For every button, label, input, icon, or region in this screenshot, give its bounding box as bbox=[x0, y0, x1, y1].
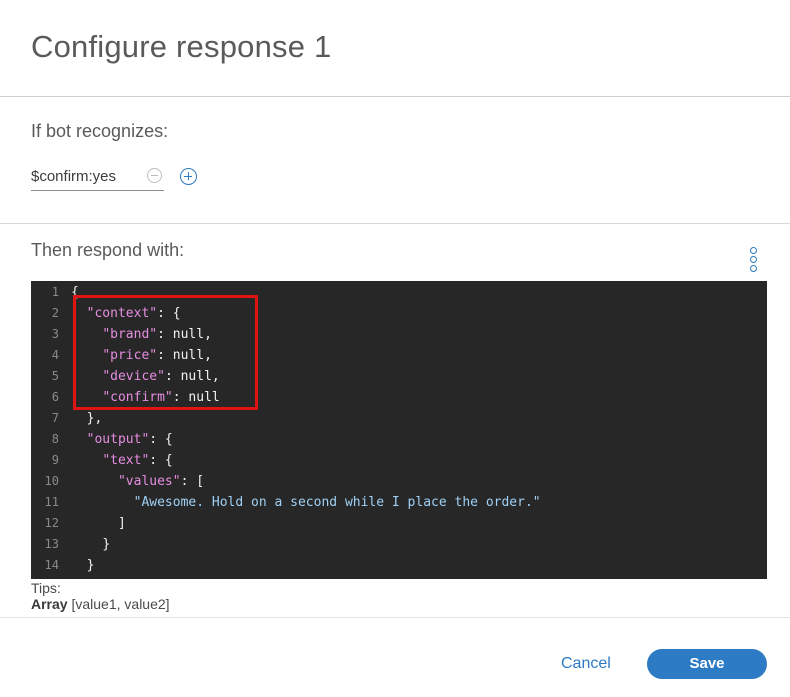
tips-panel: Tips: Array [value1, value2] bbox=[31, 580, 170, 612]
line-number: 2 bbox=[51, 306, 59, 320]
code-line: 13 } bbox=[31, 534, 767, 555]
line-number: 4 bbox=[51, 348, 59, 362]
page-title: Configure response 1 bbox=[31, 29, 332, 64]
line-number: 1 bbox=[51, 285, 59, 299]
line-number: 10 bbox=[44, 474, 59, 488]
line-number: 9 bbox=[51, 453, 59, 467]
tips-array-label: Array bbox=[31, 596, 68, 612]
json-key: "text" bbox=[102, 453, 150, 468]
code-text: ] bbox=[117, 516, 126, 531]
line-number: 5 bbox=[51, 369, 59, 383]
code-text: }, bbox=[86, 411, 103, 426]
tips-array-row: Array [value1, value2] bbox=[31, 596, 170, 612]
cancel-button[interactable]: Cancel bbox=[561, 655, 611, 673]
dialog-header: Configure response 1 bbox=[0, 0, 790, 97]
overflow-menu-icon[interactable] bbox=[749, 247, 759, 273]
respond-label: Then respond with: bbox=[31, 240, 185, 260]
footer-divider bbox=[0, 617, 790, 618]
code-text: : [ bbox=[180, 474, 205, 489]
code-text: } bbox=[102, 537, 111, 552]
remove-condition-icon[interactable] bbox=[147, 168, 162, 183]
line-number: 11 bbox=[44, 495, 59, 509]
code-text: : { bbox=[149, 432, 173, 447]
line-number: 8 bbox=[51, 432, 59, 446]
condition-section: If bot recognizes: $confirm:yes bbox=[0, 97, 790, 224]
condition-label: If bot recognizes: bbox=[31, 121, 169, 141]
condition-field[interactable]: $confirm:yes bbox=[31, 164, 164, 191]
code-line: 10 "values": [ bbox=[31, 471, 767, 492]
json-string: "Awesome. Hold on a second while I place… bbox=[133, 495, 541, 510]
line-number: 7 bbox=[51, 411, 59, 425]
code-line: 12 ] bbox=[31, 513, 767, 534]
code-line: 7 }, bbox=[31, 408, 767, 429]
line-number: 14 bbox=[44, 558, 59, 572]
line-number: 3 bbox=[51, 327, 59, 341]
condition-value: $confirm:yes bbox=[31, 168, 117, 185]
json-key: "values" bbox=[117, 474, 181, 489]
line-number: 12 bbox=[44, 516, 59, 530]
line-number: 13 bbox=[44, 537, 59, 551]
save-button[interactable]: Save bbox=[647, 649, 767, 679]
line-number: 6 bbox=[51, 390, 59, 404]
code-line: 14 } bbox=[31, 555, 767, 576]
tips-array-value: [value1, value2] bbox=[67, 596, 170, 612]
code-line: 9 "text": { bbox=[31, 450, 767, 471]
code-text: } bbox=[86, 558, 95, 573]
code-line: 11 "Awesome. Hold on a second while I pl… bbox=[31, 492, 767, 513]
code-line: 8 "output": { bbox=[31, 429, 767, 450]
code-text: : { bbox=[149, 453, 173, 468]
json-key: "output" bbox=[86, 432, 150, 447]
tips-title: Tips: bbox=[31, 580, 61, 596]
add-condition-icon[interactable] bbox=[180, 168, 197, 185]
annotation-highlight-box bbox=[73, 295, 258, 410]
